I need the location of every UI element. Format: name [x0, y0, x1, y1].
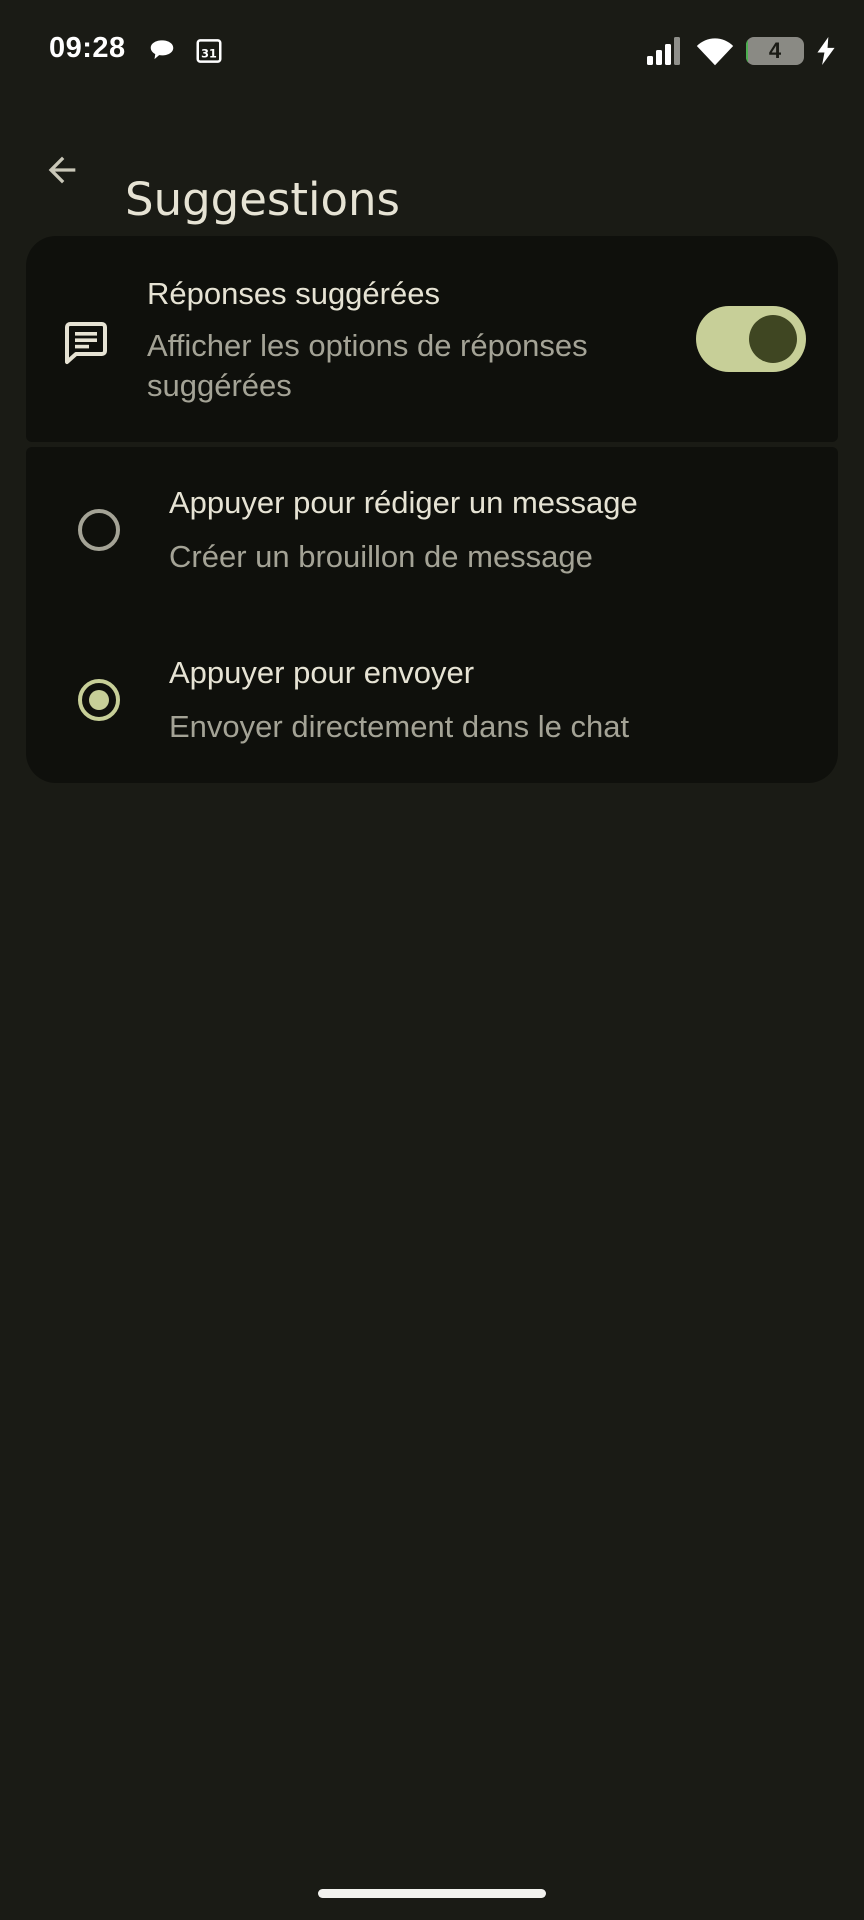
status-right-icons: 4 [646, 34, 836, 68]
radio-dot [89, 690, 109, 710]
radio-button-selected[interactable] [78, 679, 120, 721]
option-tap-to-compose-text: Appuyer pour rédiger un message Créer un… [169, 483, 809, 577]
toggle-knob [749, 315, 797, 363]
suggested-replies-description: Afficher les options de réponses suggéré… [147, 328, 588, 403]
option-tap-to-send[interactable]: Appuyer pour envoyer Envoyer directement… [26, 625, 838, 775]
battery-level: 4 [768, 38, 782, 63]
battery-icon: 4 [746, 37, 804, 65]
charging-bolt-icon [817, 37, 835, 65]
svg-text:31: 31 [201, 47, 217, 60]
suggested-replies-text: Réponses suggérées Afficher les options … [147, 274, 687, 406]
back-button[interactable] [30, 138, 94, 202]
message-lines-icon [65, 322, 107, 364]
status-time: 09:28 [49, 32, 126, 64]
radio-button-unselected[interactable] [78, 509, 120, 551]
option-title: Appuyer pour rédiger un message [169, 485, 638, 520]
option-tap-to-compose[interactable]: Appuyer pour rédiger un message Créer un… [26, 455, 838, 605]
status-bar: 09:28 31 4 [0, 0, 864, 100]
top-app-bar: Suggestions [0, 120, 864, 226]
page-title: Suggestions [125, 173, 400, 227]
arrow-back-icon [48, 156, 76, 184]
calendar-icon: 31 [196, 39, 222, 63]
option-tap-to-send-text: Appuyer pour envoyer Envoyer directement… [169, 653, 809, 747]
signal-icon [647, 37, 680, 65]
suggested-replies-title: Réponses suggérées [147, 276, 440, 311]
battery-fill [746, 37, 749, 65]
option-description: Créer un brouillon de message [169, 539, 593, 574]
suggested-replies-toggle[interactable] [696, 306, 806, 372]
wifi-icon [696, 38, 734, 66]
chat-bubble-icon [150, 40, 174, 60]
option-description: Envoyer directement dans le chat [169, 709, 630, 744]
gesture-nav-bar[interactable] [318, 1889, 546, 1898]
option-title: Appuyer pour envoyer [169, 655, 475, 690]
